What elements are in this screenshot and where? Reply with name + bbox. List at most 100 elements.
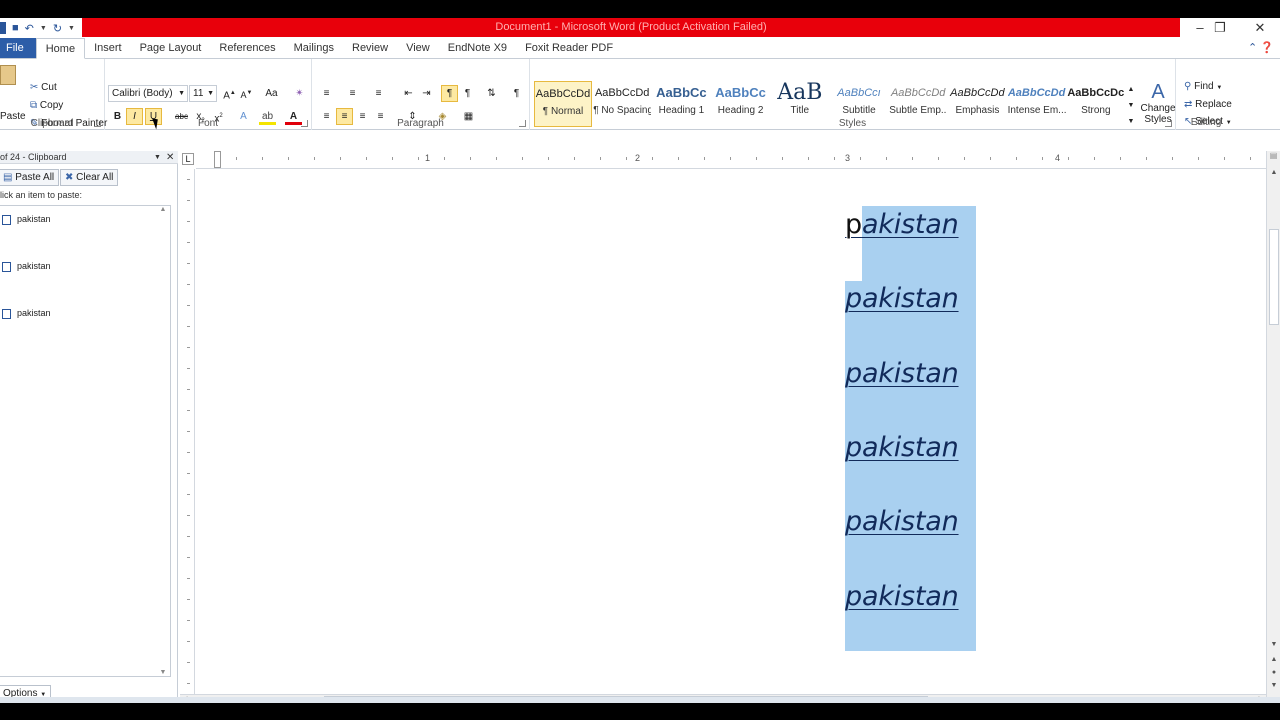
document-line[interactable]: pakistan [845, 209, 959, 240]
tab-file[interactable]: File [0, 38, 36, 58]
paste-all-button[interactable]: ▤ Paste All [0, 169, 60, 186]
scroll-thumb[interactable] [1269, 229, 1279, 325]
tab-page-layout[interactable]: Page Layout [131, 38, 211, 58]
clear-all-button[interactable]: ✖ Clear All [60, 169, 119, 186]
decrease-indent-icon[interactable]: ⇤ [400, 85, 417, 102]
font-size-combo[interactable]: 11 ▼ [189, 85, 217, 102]
tab-references[interactable]: References [210, 38, 284, 58]
style-heading-2[interactable]: AaBbCc Heading 2 [712, 81, 770, 127]
document-line[interactable]: pakistan [845, 506, 959, 537]
ruler-tick [187, 410, 190, 411]
style-subtitle[interactable]: AaBbCcı Subtitle [830, 81, 888, 127]
scroll-up-icon[interactable]: ▲ [1267, 169, 1280, 176]
style-strong[interactable]: AaBbCcDc Strong [1067, 81, 1125, 127]
paste-button[interactable]: Paste [0, 63, 26, 122]
close-button[interactable]: ✕ [1240, 18, 1280, 38]
scroll-down-icon[interactable]: ▼ [1267, 641, 1280, 648]
replace-button[interactable]: ⇄ Replace [1184, 99, 1232, 110]
clipboard-item[interactable]: pakistan [2, 212, 51, 226]
style-emphasis[interactable]: AaBbCcDd Emphasis [948, 81, 1006, 127]
document-line[interactable]: pakistan [845, 432, 959, 463]
style-intense-em[interactable]: AaBbCcDd Intense Em... [1008, 81, 1066, 127]
word-doc-icon [2, 308, 11, 319]
style-heading-1[interactable]: AaBbCc Heading 1 [652, 81, 710, 127]
clipboard-item-label: pakistan [17, 261, 51, 271]
style-name: ¶ No Spacing [593, 105, 652, 116]
ruler-tick [678, 157, 679, 160]
style-preview: AaBbCc [656, 85, 707, 100]
vertical-ruler[interactable] [180, 169, 195, 694]
show-formatting-icon[interactable]: ¶ [508, 85, 525, 102]
horizontal-ruler[interactable]: 1 2 3 4 [196, 151, 1266, 169]
font-family-combo[interactable]: Calibri (Body) ▼ [108, 85, 188, 102]
paragraph-launcher-icon[interactable] [519, 120, 526, 127]
scroll-up-icon[interactable]: ▲ [157, 206, 169, 213]
tab-selector[interactable]: L [182, 153, 194, 165]
close-icon[interactable]: ✕ [166, 151, 174, 164]
vertical-scrollbar[interactable]: ▤ ▲ ▼ ▲ ● ▼ [1266, 151, 1280, 703]
tab-endnote-x9[interactable]: EndNote X9 [439, 38, 516, 58]
increase-indent-icon[interactable]: ⇥ [418, 85, 435, 102]
copy-button[interactable]: ⧉ Copy [30, 100, 63, 111]
tab-insert[interactable]: Insert [85, 38, 131, 58]
numbering-icon[interactable]: ≡ [344, 85, 361, 102]
dropdown-icon[interactable]: ▼ [40, 25, 47, 32]
word-icon[interactable] [0, 22, 6, 34]
tab-foxit-reader-pdf[interactable]: Foxit Reader PDF [516, 38, 622, 58]
bullets-icon[interactable]: ≡ [318, 85, 335, 102]
clear-formatting-icon[interactable]: ✴ [291, 85, 308, 102]
previous-page-icon[interactable]: ▲ [1267, 656, 1280, 663]
ruler-tick [730, 157, 731, 160]
multilevel-list-icon[interactable]: ≡ [370, 85, 387, 102]
styles-scroll-down-icon[interactable]: ▼ [1126, 97, 1136, 114]
tab-view[interactable]: View [397, 38, 439, 58]
save-icon[interactable]: ■ [12, 22, 19, 34]
find-button[interactable]: ⚲ Find ▼ [1184, 81, 1222, 92]
document-line[interactable]: pakistan [845, 283, 959, 314]
pane-options-icon[interactable]: ▼ [154, 151, 161, 164]
tab-home[interactable]: Home [35, 38, 86, 59]
style-subtle-emp[interactable]: AaBbCcDd Subtle Emp... [889, 81, 947, 127]
group-clipboard: Paste ✂ Cut ⧉ Copy ✎ Format Painter Clip… [0, 59, 107, 130]
redo-icon[interactable]: ↻ [53, 22, 62, 35]
shrink-font-icon[interactable]: A▼ [238, 85, 255, 102]
style-title[interactable]: AaB Title [771, 81, 829, 127]
clipboard-item[interactable]: pakistan [2, 259, 51, 273]
document-page[interactable]: pakistan pakistan pakistan pakistan pakistan… [196, 169, 1266, 695]
grow-font-icon[interactable]: A▲ [221, 85, 238, 102]
tab-mailings[interactable]: Mailings [285, 38, 343, 58]
browse-object-icon[interactable]: ● [1267, 669, 1280, 676]
restore-icon[interactable]: ❐ [1200, 18, 1240, 38]
undo-icon[interactable]: ↶ [25, 22, 34, 35]
next-page-icon[interactable]: ▼ [1267, 682, 1280, 689]
ruler-tick [187, 368, 190, 369]
clipboard-item[interactable]: pakistan [2, 306, 51, 320]
ruler-toggle-icon[interactable]: ▤ [1267, 151, 1280, 160]
tab-review[interactable]: Review [343, 38, 397, 58]
style-normal[interactable]: AaBbCcDd ¶ Normal [534, 81, 592, 127]
ruler-tick [496, 157, 497, 160]
left-to-right-icon[interactable]: ¶ [441, 85, 458, 102]
style-no-spacing[interactable]: AaBbCcDd ¶ No Spacing [593, 81, 651, 127]
font-launcher-icon[interactable] [301, 120, 308, 127]
style-preview: AaBbCcDd [890, 87, 946, 99]
clipboard-item-label: pakistan [17, 214, 51, 224]
copy-label: Copy [39, 100, 64, 111]
indent-marker[interactable] [214, 151, 221, 168]
document-line[interactable]: pakistan [845, 358, 959, 389]
change-case-icon[interactable]: Aa [263, 85, 280, 102]
clipboard-launcher-icon[interactable] [94, 120, 101, 127]
ruler-tick [860, 157, 861, 160]
cut-button[interactable]: ✂ Cut [30, 82, 57, 93]
ruler-tick [187, 641, 190, 642]
customize-qat-icon[interactable]: ▼ [68, 25, 75, 32]
clipboard-scrollbar[interactable]: ▲ ▼ [157, 206, 169, 676]
styles-scroll-up-icon[interactable]: ▲ [1126, 81, 1136, 98]
right-to-left-icon[interactable]: ¶ [459, 85, 476, 102]
ruler-tick [187, 221, 190, 222]
sort-icon[interactable]: ⇅ [483, 85, 500, 102]
styles-launcher-icon[interactable] [1165, 120, 1172, 127]
document-line[interactable]: pakistan [845, 581, 959, 612]
scroll-down-icon[interactable]: ▼ [157, 669, 169, 676]
help-icon[interactable]: ⌃ ❓ [1248, 41, 1274, 54]
